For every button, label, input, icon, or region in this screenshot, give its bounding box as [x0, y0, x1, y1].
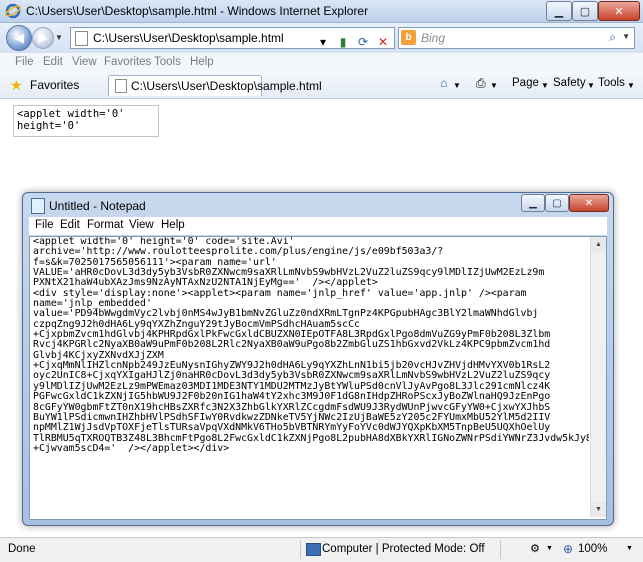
- status-done: Done: [8, 543, 36, 555]
- notepad-icon: [31, 198, 45, 214]
- applet-text-box: <applet width='0' height='0': [13, 105, 159, 137]
- tab-title: C:\Users\User\Desktop\sample.html: [131, 79, 322, 93]
- scroll-down-icon[interactable]: ▼: [591, 502, 606, 517]
- back-button[interactable]: ◀: [6, 25, 32, 51]
- favorites-button[interactable]: Favorites: [30, 78, 79, 92]
- home-icon[interactable]: ⌂: [440, 76, 447, 90]
- menu-view[interactable]: View: [72, 56, 97, 68]
- notepad-menu-file[interactable]: File: [35, 219, 54, 231]
- notepad-menu-view[interactable]: View: [129, 219, 154, 231]
- protected-mode-dropdown-icon[interactable]: ▼: [546, 545, 553, 552]
- notepad-title: Untitled - Notepad: [49, 199, 146, 213]
- status-zone[interactable]: Computer | Protected Mode: Off: [322, 543, 485, 555]
- address-text[interactable]: C:\Users\User\Desktop\sample.html: [93, 31, 284, 45]
- menu-tools[interactable]: Tools: [154, 56, 181, 68]
- print-dropdown-icon[interactable]: ▼: [490, 81, 498, 90]
- compatibility-icon[interactable]: ▮: [334, 33, 352, 51]
- address-bar[interactable]: C:\Users\User\Desktop\sample.html ▾ ▮ ⟳ …: [70, 27, 395, 49]
- forward-button[interactable]: ▶: [32, 27, 54, 49]
- protected-mode-icon[interactable]: ⚙: [530, 542, 540, 555]
- favorites-star-icon[interactable]: ★: [10, 77, 23, 94]
- favorites-bar: ★ Favorites C:\Users\User\Desktop\sample…: [0, 72, 643, 99]
- zoom-level[interactable]: 100%: [578, 543, 607, 555]
- stop-icon[interactable]: ✕: [374, 33, 392, 51]
- tools-dropdown-icon[interactable]: ▼: [627, 81, 635, 90]
- notepad-window: Untitled - Notepad ▁ ▢ ✕ File Edit Forma…: [22, 192, 614, 526]
- search-icon[interactable]: ⌕: [609, 30, 616, 45]
- notepad-scrollbar[interactable]: ▲ ▼: [590, 237, 606, 517]
- home-dropdown-icon[interactable]: ▼: [453, 81, 461, 90]
- tab-sample-html[interactable]: C:\Users\User\Desktop\sample.html: [108, 75, 322, 96]
- search-placeholder[interactable]: Bing: [421, 31, 445, 45]
- close-icon: ✕: [614, 5, 624, 18]
- zoom-dropdown-icon[interactable]: ▼: [626, 545, 633, 552]
- address-toolbar: ◀ ▶ ▼ C:\Users\User\Desktop\sample.html …: [0, 23, 643, 53]
- notepad-close-button[interactable]: ✕: [569, 194, 609, 212]
- arrow-left-icon: ◀: [14, 30, 24, 45]
- page-icon: [115, 79, 127, 93]
- close-icon: ✕: [584, 197, 594, 209]
- notepad-title-bar: Untitled - Notepad ▁ ▢ ✕: [23, 193, 613, 217]
- ie-window-title: C:\Users\User\Desktop\sample.html - Wind…: [26, 4, 369, 18]
- maximize-icon: ▢: [552, 197, 562, 209]
- refresh-icon[interactable]: ⟳: [354, 33, 372, 51]
- notepad-menu-bar: File Edit Format View Help: [29, 217, 607, 235]
- notepad-content[interactable]: <applet width='0' height='0' code='site.…: [33, 237, 589, 517]
- safety-dropdown-icon[interactable]: ▼: [587, 81, 595, 90]
- status-divider: [500, 541, 501, 559]
- minimize-button[interactable]: ▁: [546, 1, 572, 21]
- recent-pages-dropdown-icon[interactable]: ▼: [55, 33, 63, 42]
- menu-help[interactable]: Help: [190, 56, 214, 68]
- page-menu-button[interactable]: Page: [512, 77, 539, 89]
- status-divider: [300, 541, 301, 559]
- search-options-icon[interactable]: ▼: [622, 32, 630, 41]
- menu-file[interactable]: File: [15, 56, 34, 68]
- computer-zone-icon: [306, 543, 321, 556]
- address-dropdown-icon[interactable]: ▾: [314, 33, 332, 51]
- zoom-icon[interactable]: ⊕: [563, 542, 573, 556]
- search-box[interactable]: b Bing ⌕ ▼: [398, 27, 635, 49]
- notepad-maximize-button[interactable]: ▢: [545, 194, 569, 212]
- page-icon: [75, 31, 88, 46]
- minimize-icon: ▁: [554, 5, 564, 18]
- status-bar: Done Computer | Protected Mode: Off ⚙ ▼ …: [0, 537, 643, 562]
- notepad-menu-edit[interactable]: Edit: [60, 219, 80, 231]
- menu-edit[interactable]: Edit: [43, 56, 63, 68]
- notepad-menu-format[interactable]: Format: [87, 219, 123, 231]
- scroll-up-icon[interactable]: ▲: [591, 237, 606, 252]
- tools-menu-button[interactable]: Tools: [598, 77, 625, 89]
- notepad-minimize-button[interactable]: ▁: [521, 194, 545, 212]
- ie-menu-bar: File Edit View Favorites Tools Help: [0, 53, 643, 73]
- maximize-icon: ▢: [579, 5, 591, 18]
- minimize-icon: ▁: [529, 197, 537, 209]
- bing-icon: b: [401, 30, 416, 45]
- ie-title-bar: C:\Users\User\Desktop\sample.html - Wind…: [0, 0, 643, 23]
- arrow-right-icon: ▶: [38, 30, 48, 45]
- notepad-text-area[interactable]: <applet width='0' height='0' code='site.…: [29, 236, 607, 520]
- ie-logo-icon: [5, 3, 21, 19]
- menu-favorites[interactable]: Favorites: [104, 56, 151, 68]
- safety-menu-button[interactable]: Safety: [553, 77, 586, 89]
- page-dropdown-icon[interactable]: ▼: [541, 81, 549, 90]
- maximize-button[interactable]: ▢: [572, 1, 598, 21]
- notepad-menu-help[interactable]: Help: [161, 219, 185, 231]
- close-button[interactable]: ✕: [598, 1, 640, 21]
- print-icon[interactable]: ⎙: [476, 76, 486, 91]
